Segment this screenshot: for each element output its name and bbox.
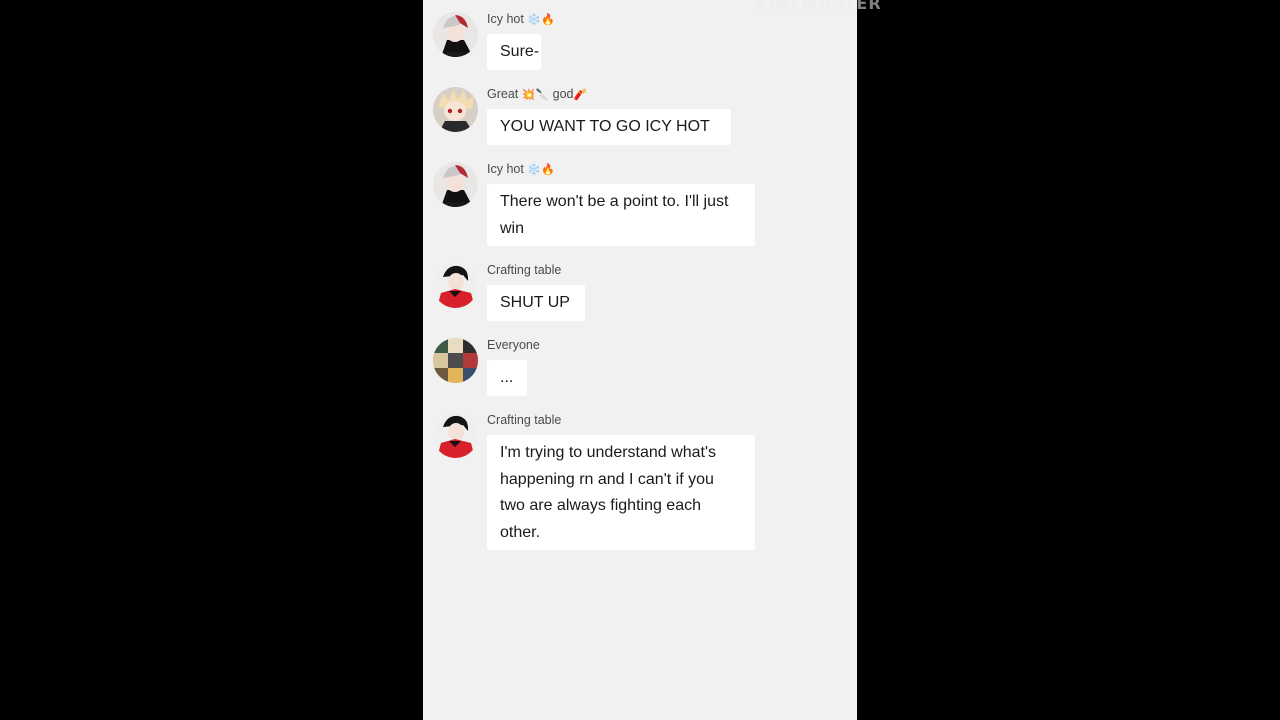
chat-screen: Icy hot ❄️🔥 Sure- Great 💥🔪 god� bbox=[423, 0, 857, 720]
snowflake-fire-emoji: ❄️🔥 bbox=[527, 164, 555, 176]
sender-name: Crafting table bbox=[487, 263, 562, 277]
avatar-great-god[interactable] bbox=[433, 87, 478, 132]
avatar-everyone[interactable] bbox=[433, 338, 478, 383]
message-bubble: YOU WANT TO GO ICY HOT bbox=[487, 109, 731, 145]
kinemaster-watermark: KINEMASTER bbox=[755, 0, 882, 13]
avatar-crafting-table[interactable] bbox=[433, 413, 478, 458]
sender-name: Icy hot ❄️🔥 bbox=[487, 12, 555, 26]
explosion-knife-emoji: 💥🔪 bbox=[521, 89, 550, 101]
sender-name: Icy hot ❄️🔥 bbox=[487, 162, 555, 176]
sender-name: Everyone bbox=[487, 338, 540, 352]
message-bubble: There won't be a point to. I'll just win bbox=[487, 184, 755, 246]
sender-name: Great 💥🔪 god🧨 bbox=[487, 87, 588, 101]
sender-name: Crafting table bbox=[487, 413, 562, 427]
message-bubble: SHUT UP bbox=[487, 285, 585, 321]
video-frame: Icy hot ❄️🔥 Sure- Great 💥🔪 god� bbox=[0, 0, 1280, 720]
avatar-icy-hot[interactable] bbox=[433, 162, 478, 207]
message-bubble: I'm trying to understand what's happenin… bbox=[487, 435, 755, 550]
snowflake-fire-emoji: ❄️🔥 bbox=[527, 14, 555, 26]
avatar-icy-hot[interactable] bbox=[433, 12, 478, 57]
avatar-crafting-table[interactable] bbox=[433, 263, 478, 308]
message-bubble: ... bbox=[487, 360, 527, 396]
message-bubble: Sure- bbox=[487, 34, 541, 70]
firecracker-emoji: 🧨 bbox=[573, 89, 588, 101]
